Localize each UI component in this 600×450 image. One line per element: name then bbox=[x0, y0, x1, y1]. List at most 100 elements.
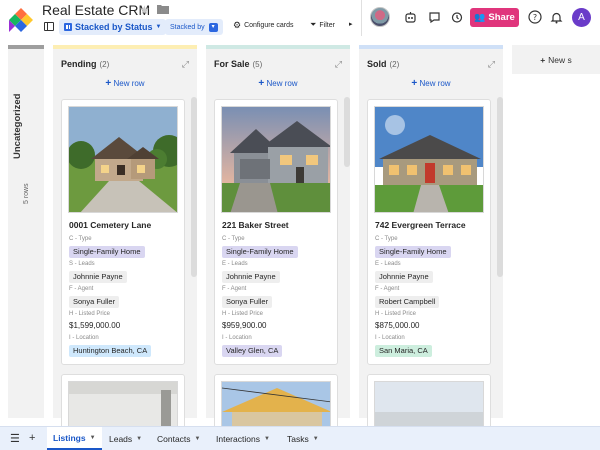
expand-icon[interactable]: ⤢ bbox=[335, 59, 342, 70]
chevron-down-icon: ▼ bbox=[312, 435, 319, 442]
type-chip: Single-Family Home bbox=[222, 246, 298, 258]
sidebar-toggle-icon[interactable] bbox=[44, 22, 54, 31]
agent-chip: Sonya Fuller bbox=[222, 296, 273, 308]
column-color-bar bbox=[53, 45, 197, 49]
share-label: Share bbox=[488, 12, 515, 23]
new-row-label: New row bbox=[113, 79, 145, 88]
collaborator-avatar[interactable] bbox=[370, 7, 390, 27]
record-card[interactable]: 0001 Cemetery Lane C - Type Single-Famil… bbox=[61, 99, 185, 365]
filter-label: Filter bbox=[319, 21, 335, 29]
field-label-location: I - Location bbox=[69, 335, 99, 341]
card-title: 0001 Cemetery Lane bbox=[69, 220, 152, 230]
column-count: (2) bbox=[389, 60, 400, 69]
record-card[interactable]: 221 Baker Street C - Type Single-Family … bbox=[214, 99, 338, 365]
column-scrollbar[interactable] bbox=[344, 97, 350, 167]
comments-icon[interactable] bbox=[426, 9, 442, 25]
field-label-agent: F - Agent bbox=[222, 286, 247, 292]
field-label-type: C - Type bbox=[222, 236, 245, 242]
add-table-plus-icon[interactable]: + bbox=[29, 432, 35, 444]
column-name: Sold bbox=[367, 59, 387, 69]
chevron-down-icon: ▼ bbox=[194, 435, 201, 442]
new-row-label: New row bbox=[419, 79, 451, 88]
chevron-down-icon: ▼ bbox=[136, 435, 143, 442]
view-selector-label: Stacked by Status bbox=[75, 22, 153, 32]
filter-button[interactable]: ⏷ Filter bbox=[310, 20, 335, 30]
new-row-button[interactable]: + New row bbox=[359, 78, 503, 89]
new-row-label: New row bbox=[266, 79, 298, 88]
field-label-agent: F - Agent bbox=[375, 286, 400, 292]
favorite-star-icon[interactable]: ★ bbox=[139, 3, 150, 17]
field-label-leads: S - Leads bbox=[69, 261, 95, 267]
plus-icon: + bbox=[105, 78, 112, 89]
listed-price-value: $1,599,000.00 bbox=[69, 321, 121, 330]
property-photo bbox=[68, 106, 178, 213]
record-card[interactable] bbox=[367, 374, 491, 434]
property-photo bbox=[221, 106, 331, 213]
new-section-label: New s bbox=[548, 54, 572, 65]
share-button[interactable]: 👥 Share bbox=[470, 8, 519, 27]
filter-icon: ⏷ bbox=[310, 20, 317, 29]
table-tab-bar: ☰ + Listings ▼ Leads ▼ Contacts ▼ Interacti… bbox=[0, 426, 600, 450]
location-chip: Valley Glen, CA bbox=[222, 345, 283, 357]
listed-price-value: $959,900.00 bbox=[222, 321, 267, 330]
app-title[interactable]: Real Estate CRM bbox=[42, 2, 150, 18]
app-logo-icon[interactable] bbox=[8, 7, 34, 33]
more-tools-chevron-icon: ▸ bbox=[349, 21, 353, 28]
chevron-down-icon: ▼ bbox=[155, 24, 162, 30]
stacked-by-button[interactable]: Stacked by ▾ bbox=[165, 19, 223, 35]
new-row-button[interactable]: + New row bbox=[53, 78, 197, 89]
view-selector-button[interactable]: Stacked by Status ▼ bbox=[59, 19, 167, 35]
plus-icon: + bbox=[540, 54, 546, 65]
card-title: 742 Evergreen Terrace bbox=[375, 220, 466, 230]
column-title: Sold (2) bbox=[367, 59, 399, 69]
field-label-type: C - Type bbox=[69, 236, 92, 242]
record-card[interactable] bbox=[61, 374, 185, 434]
tab-label: Interactions bbox=[216, 433, 260, 444]
new-row-button[interactable]: + New row bbox=[206, 78, 350, 89]
notifications-bell-icon[interactable] bbox=[548, 9, 564, 25]
configure-cards-button[interactable]: ⚙ Configure cards bbox=[233, 20, 294, 31]
stacked-by-dropdown-icon: ▾ bbox=[208, 22, 218, 32]
uncategorized-column[interactable]: Uncategorized 5 rows bbox=[8, 45, 44, 418]
column-pending: Pending(2) ⤢ + New row 0001 Cemetery La bbox=[53, 45, 197, 434]
tab-contacts[interactable]: Contacts ▼ bbox=[151, 427, 207, 450]
column-scrollbar[interactable] bbox=[191, 97, 197, 277]
tab-label: Listings bbox=[53, 432, 86, 443]
tab-listings[interactable]: Listings ▼ bbox=[47, 427, 102, 450]
chevron-down-icon: ▼ bbox=[263, 435, 270, 442]
plus-icon: + bbox=[411, 78, 418, 89]
type-chip: Single-Family Home bbox=[69, 246, 145, 258]
expand-icon[interactable]: ⤢ bbox=[182, 59, 189, 70]
column-for-sale: For Sale (5) ⤢ + New row 221 Baker Stree… bbox=[206, 45, 350, 434]
field-label-type: C - Type bbox=[375, 236, 398, 242]
leads-chip: Johnnie Payne bbox=[222, 271, 280, 283]
tab-leads[interactable]: Leads ▼ bbox=[103, 427, 148, 450]
record-card[interactable] bbox=[214, 374, 338, 434]
field-label-location: I - Location bbox=[375, 335, 405, 341]
more-tools-button[interactable]: ▸ bbox=[349, 20, 353, 28]
field-label-price: H - Listed Price bbox=[375, 311, 417, 317]
tab-label: Contacts bbox=[157, 433, 191, 444]
column-title: For Sale (5) bbox=[214, 59, 262, 69]
column-count: (2) bbox=[99, 60, 110, 69]
record-card[interactable]: 742 Evergreen Terrace C - Type Single-Fa… bbox=[367, 99, 491, 365]
field-label-leads: E - Leads bbox=[375, 261, 401, 267]
type-chip: Single-Family Home bbox=[375, 246, 451, 258]
column-scrollbar[interactable] bbox=[497, 97, 503, 277]
user-avatar[interactable]: A bbox=[572, 8, 591, 27]
hamburger-menu-icon[interactable]: ☰ bbox=[10, 432, 20, 445]
column-count: (5) bbox=[252, 60, 263, 69]
new-section-button[interactable]: + New s bbox=[512, 45, 600, 74]
help-icon[interactable]: ? bbox=[527, 9, 543, 25]
kanban-board: Uncategorized 5 rows Pending (2) ⤢ + New … bbox=[0, 37, 600, 434]
folder-icon[interactable] bbox=[157, 4, 169, 14]
robot-assistant-icon[interactable] bbox=[402, 9, 418, 25]
gear-icon: ⚙ bbox=[233, 20, 242, 30]
uncategorized-row-count: 5 rows bbox=[23, 183, 30, 204]
tab-interactions[interactable]: Interactions ▼ bbox=[210, 427, 276, 450]
history-icon[interactable] bbox=[448, 9, 464, 25]
tab-tasks[interactable]: Tasks ▼ bbox=[281, 427, 325, 450]
column-color-bar bbox=[206, 45, 350, 49]
column-color-bar bbox=[359, 45, 503, 49]
expand-icon[interactable]: ⤢ bbox=[488, 59, 495, 70]
